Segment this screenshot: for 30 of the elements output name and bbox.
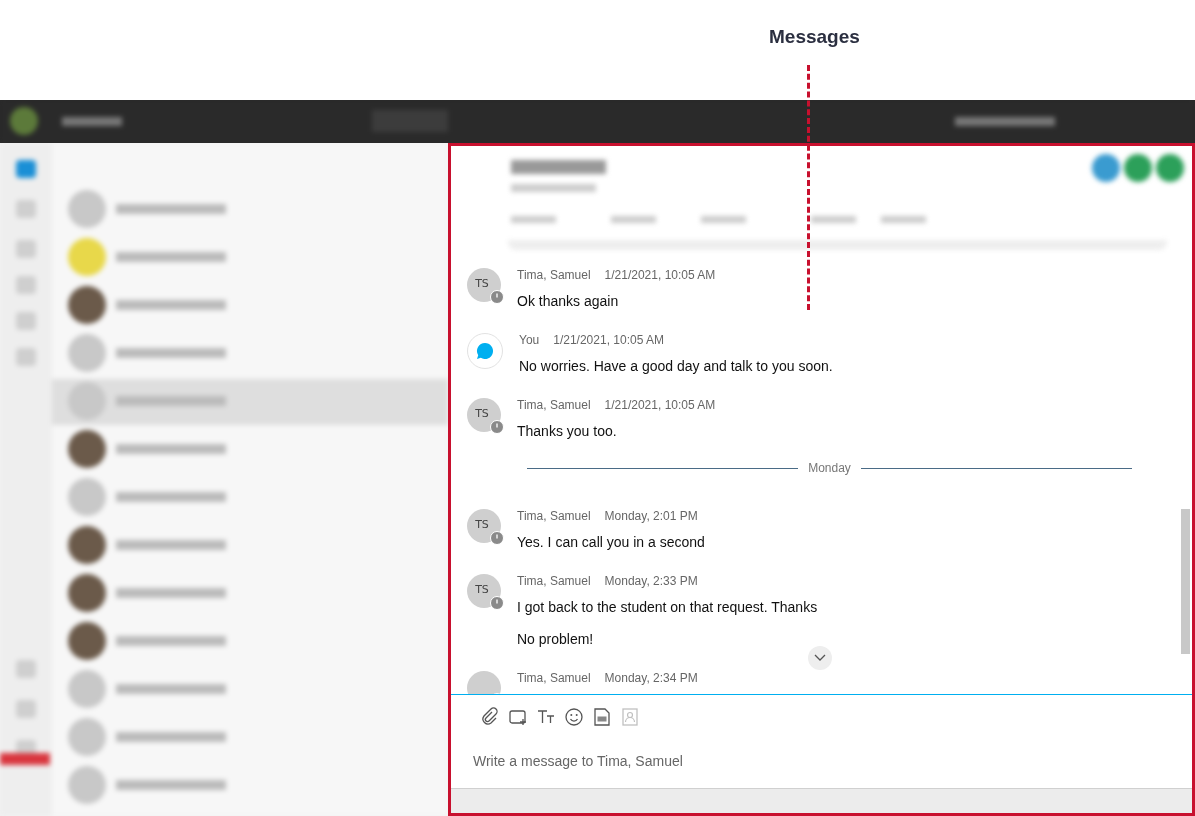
annotation-label: Messages (769, 26, 860, 48)
message-text: Ok thanks again (517, 293, 620, 309)
message-time: 1/21/2021, 10:05 AM (553, 333, 664, 347)
message-time: 1/21/2021, 10:05 AM (604, 398, 716, 412)
contact-avatar: TS (467, 398, 501, 432)
message-text: No problem! (517, 631, 595, 647)
gif-icon[interactable] (591, 706, 613, 728)
scrollbar-thumb[interactable] (1181, 509, 1190, 654)
contact-avatar: TS (467, 509, 501, 543)
message-text: I got back to the student on that request. Thanks (517, 599, 818, 615)
message-text: No worries. Have a good day and talk to you soon. (519, 358, 833, 374)
date-divider-label: Monday (808, 461, 851, 475)
message-time: Monday, 2:34 PM (604, 671, 698, 685)
message-text: Thanks you too. (517, 423, 618, 439)
sender-name: Tima, Samuel (517, 268, 591, 282)
message-time: Monday, 2:01 PM (604, 509, 698, 523)
chat-bubble-avatar-icon (467, 333, 503, 369)
sender-name: Tima, Samuel (517, 398, 591, 412)
sender-name: Tima, Samuel (517, 509, 591, 523)
chevron-down-icon (814, 654, 826, 662)
paperclip-icon[interactable] (479, 706, 501, 728)
message-text: Yes. I can call you in a second (517, 534, 705, 550)
sender-name: Tima, Samuel (517, 574, 591, 588)
contact-avatar: TS (467, 574, 501, 608)
message-time: Monday, 2:33 PM (604, 574, 698, 588)
emoji-icon[interactable] (563, 706, 585, 728)
sender-name: You (519, 333, 540, 347)
sender-name: Tima, Samuel (517, 671, 591, 685)
message-time: 1/21/2021, 10:05 AM (604, 268, 716, 282)
contact-avatar: TS (467, 268, 501, 302)
